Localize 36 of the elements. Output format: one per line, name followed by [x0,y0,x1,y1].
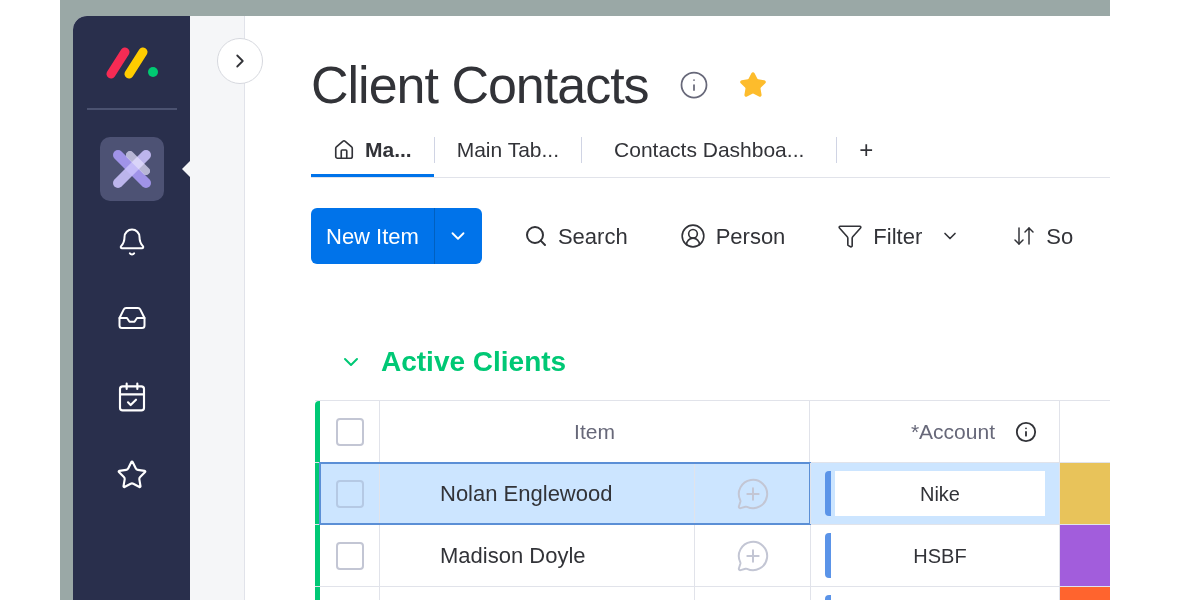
account-cell: Nike [835,471,1045,516]
item-name: Nolan Englewood [440,480,613,508]
new-item-button[interactable]: New Item [311,208,482,264]
star-icon [115,459,148,491]
workspace-app-button[interactable] [99,137,164,201]
search-icon [523,224,548,248]
group-title: Active Clients [381,345,567,379]
info-icon[interactable] [678,70,709,100]
row-checkbox[interactable] [335,479,364,508]
add-view-button[interactable]: + [837,122,896,177]
select-all-checkbox[interactable] [335,417,364,446]
toolbar-button[interactable]: Filter [837,219,923,253]
view-tab[interactable]: Contacts Dashboa... [582,122,837,177]
sort-icon [1012,224,1037,248]
person-icon [679,223,706,249]
toolbar-button[interactable]: Person [679,219,786,253]
board-title: Client Contacts [311,59,649,111]
account-indicator [825,533,831,578]
add-update-icon[interactable] [735,476,770,511]
toolbar-button[interactable]: Search [523,219,628,253]
row-checkbox[interactable] [335,541,364,570]
column-header: *Account [910,418,995,445]
favorites-button[interactable] [115,459,148,491]
item-row[interactable]: Nolan Englewood [320,463,810,524]
favorite-star-icon[interactable] [738,71,767,99]
new-item-label[interactable]: New Item [311,208,434,264]
toolbar-button[interactable]: So [1012,219,1074,253]
add-update-icon[interactable] [735,538,770,573]
view-tab[interactable]: Main Tab... [434,122,582,177]
expand-panel-button[interactable] [217,38,263,84]
home-icon [333,138,355,161]
filter-icon [837,223,864,249]
item-name: Madison Doyle [440,542,586,570]
view-tab[interactable]: Ma... [311,122,434,177]
info-icon[interactable] [1015,420,1037,443]
account-indicator [825,471,831,516]
